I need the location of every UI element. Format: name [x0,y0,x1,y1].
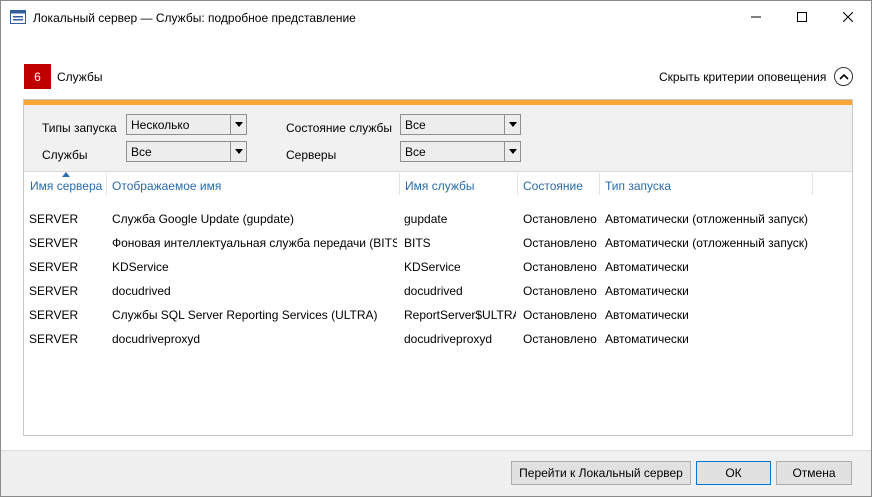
server-manager-icon [10,10,26,24]
section-title: Службы [57,70,103,84]
cell-startup-type: Автоматически (отложенный запуск) [605,212,808,226]
cell-service-name: docudrived [404,284,463,298]
maximize-icon [797,12,807,22]
service-state-dropdown[interactable]: Все [400,114,521,135]
close-button[interactable] [825,1,871,33]
cancel-button[interactable]: Отмена [776,461,852,485]
cell-server: SERVER [29,308,79,322]
dropdown-arrow-icon [230,115,246,134]
cell-server: SERVER [29,332,79,346]
services-label: Службы [42,148,88,162]
column-separator[interactable] [106,173,107,195]
cell-state: Остановлено [523,236,597,250]
minimize-button[interactable] [733,1,779,33]
column-separator[interactable] [599,173,600,195]
services-detail-window: Локальный сервер — Службы: подробное пре… [0,0,872,497]
goto-server-button[interactable]: Перейти к Локальный сервер [511,461,691,485]
cell-startup-type: Автоматически [605,260,689,274]
cell-display-name: KDService [112,260,169,274]
table-row[interactable]: SERVER KDService KDService Остановлено А… [24,256,852,280]
cell-service-name: BITS [404,236,431,250]
cell-startup-type: Автоматически [605,332,689,346]
filter-area: Типы запуска Несколько Состояние службы … [24,105,852,172]
sort-ascending-icon [62,172,70,177]
column-headers: Имя сервера Отображаемое имя Имя службы … [24,172,852,196]
cell-server: SERVER [29,212,79,226]
services-dropdown[interactable]: Все [126,141,247,162]
table-row[interactable]: SERVER docudrived docudrived Остановлено… [24,280,852,304]
table-row[interactable]: SERVER Фоновая интеллектуальная служба п… [24,232,852,256]
column-header-state[interactable]: Состояние [523,179,583,193]
column-separator[interactable] [399,173,400,195]
servers-dropdown[interactable]: Все [400,141,521,162]
cell-display-name: Служба Google Update (gupdate) [112,212,294,226]
column-separator[interactable] [812,173,813,195]
ok-button[interactable]: ОК [696,461,771,485]
title-bar: Локальный сервер — Службы: подробное пре… [1,1,871,34]
cell-service-name: gupdate [404,212,448,226]
close-icon [843,12,853,22]
table-row[interactable]: SERVER Службы SQL Server Reporting Servi… [24,304,852,328]
cell-state: Остановлено [523,260,597,274]
startup-types-dropdown[interactable]: Несколько [126,114,247,135]
cell-service-name: docudriveproxyd [404,332,493,346]
chevron-up-icon [838,73,849,80]
hide-criteria-link[interactable]: Скрыть критерии оповещения [659,70,826,84]
column-header-display-name[interactable]: Отображаемое имя [112,179,221,193]
cell-startup-type: Автоматически [605,284,689,298]
column-header-service-name[interactable]: Имя службы [405,179,475,193]
table-row[interactable]: SERVER docudriveproxyd docudriveproxyd О… [24,328,852,352]
service-state-label: Состояние службы [286,121,393,135]
servers-label: Серверы [286,148,337,162]
dropdown-arrow-icon [504,142,520,161]
cell-display-name: Фоновая интеллектуальная служба передачи… [112,236,397,250]
startup-types-label: Типы запуска [42,121,117,135]
collapse-button[interactable] [834,67,853,86]
table-row[interactable]: SERVER Служба Google Update (gupdate) gu… [24,208,852,232]
window-title: Локальный сервер — Службы: подробное пре… [33,11,356,25]
count-badge: 6 [24,64,51,89]
cell-startup-type: Автоматически [605,308,689,322]
cell-state: Остановлено [523,284,597,298]
cell-server: SERVER [29,236,79,250]
minimize-icon [751,16,761,18]
services-value: Все [131,145,152,159]
cell-startup-type: Автоматически (отложенный запуск) [605,236,808,250]
cell-server: SERVER [29,284,79,298]
cell-state: Остановлено [523,308,597,322]
services-panel: Типы запуска Несколько Состояние службы … [23,99,853,436]
cell-display-name: Службы SQL Server Reporting Services (UL… [112,308,378,322]
column-header-server-name[interactable]: Имя сервера [30,179,102,193]
service-state-value: Все [405,118,426,132]
cell-service-name: KDService [404,260,461,274]
cell-server: SERVER [29,260,79,274]
column-separator[interactable] [517,173,518,195]
servers-value: Все [405,145,426,159]
dialog-footer: Перейти к Локальный сервер ОК Отмена [1,450,871,496]
maximize-button[interactable] [779,1,825,33]
cell-display-name: docudriveproxyd [112,332,201,346]
cell-display-name: docudrived [112,284,171,298]
dropdown-arrow-icon [504,115,520,134]
dropdown-arrow-icon [230,142,246,161]
startup-types-value: Несколько [131,118,190,132]
column-header-startup-type[interactable]: Тип запуска [605,179,671,193]
cell-service-name: ReportServer$ULTRA [404,308,516,322]
cell-state: Остановлено [523,332,597,346]
cell-state: Остановлено [523,212,597,226]
